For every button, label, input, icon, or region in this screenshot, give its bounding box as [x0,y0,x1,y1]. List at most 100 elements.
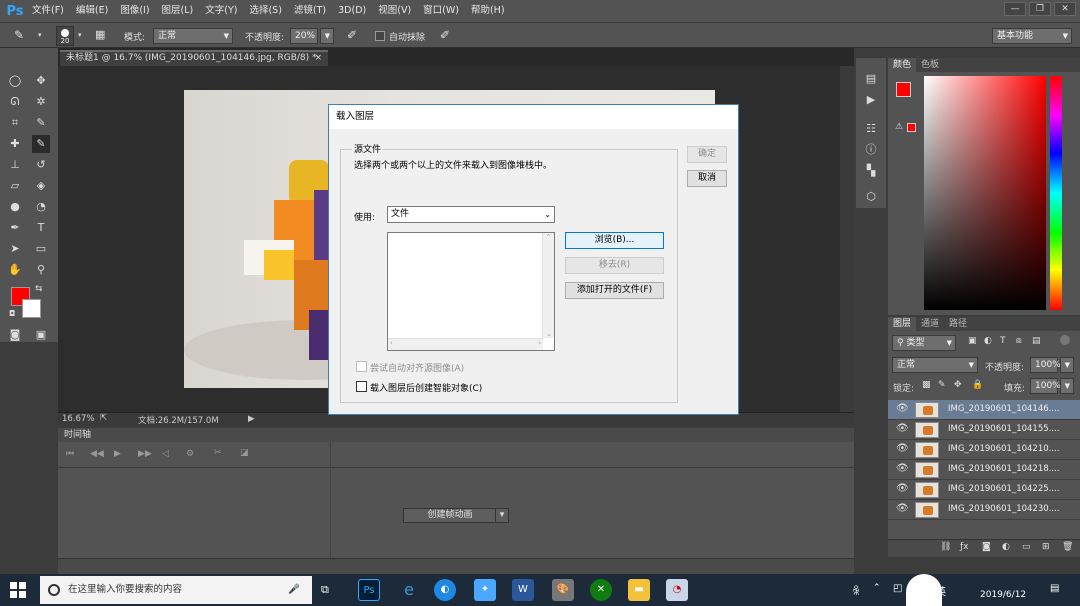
fill-input[interactable]: 100% [1030,378,1061,394]
menu-type[interactable]: 文字(Y) [199,0,243,22]
eye-icon[interactable]: 👁 [896,463,909,474]
tray-chevron-icon[interactable]: ⌃ [873,583,881,593]
smart-object-checkbox[interactable] [356,381,367,392]
quick-mask-icon[interactable]: ◙ [6,326,24,344]
brush-presets-icon[interactable]: ▚ [862,162,880,180]
brush-dropdown-arrow-icon[interactable]: ▾ [78,31,82,39]
file-explorer-icon[interactable]: ▬ [628,579,650,601]
lock-all-icon[interactable]: 🔒 [972,380,983,390]
background-color-swatch[interactable] [22,299,41,318]
use-select[interactable]: 文件 ⌄ [387,206,555,223]
windows-start-icon[interactable] [10,582,26,598]
paint-bucket-tool-icon[interactable]: ◈ [32,177,50,195]
clone-stamp-tool-icon[interactable]: ⊥ [6,156,24,174]
layer-filter-select[interactable]: ⚲ 类型 ▼ [892,335,956,351]
prev-frame-icon[interactable]: ◀◀ [90,449,104,459]
filter-toggle-icon[interactable] [1060,335,1070,345]
menu-help[interactable]: 帮助(H) [465,0,511,22]
ok-button[interactable]: 确定 [687,146,727,163]
type-tool-icon[interactable]: T [32,219,50,237]
filter-pixel-icon[interactable]: ▣ [968,336,977,346]
3d-panel-icon[interactable]: ⬡ [862,188,880,206]
blur-tool-icon[interactable]: ● [6,198,24,216]
paint-icon[interactable]: 🎨 [552,579,574,601]
app-icon[interactable]: ✦ [474,579,496,601]
adjustment-layer-icon[interactable]: ◐ [1002,542,1010,552]
opacity-input[interactable]: 20% [290,28,318,44]
delete-layer-icon[interactable]: 🗑 [1062,542,1073,552]
vertical-scrollbar[interactable] [840,66,854,412]
eye-icon[interactable]: 👁 [896,483,909,494]
fill-dropdown[interactable]: ▼ [1060,378,1074,394]
edge-browser-icon[interactable]: e [398,579,420,601]
layer-row[interactable]: 👁 IMG_20190601_104155.... [888,420,1080,440]
gamut-color-swatch[interactable] [907,123,916,132]
crop-tool-icon[interactable]: ⌗ [6,114,24,132]
history-panel-icon[interactable]: ▤ [862,70,880,88]
actions-panel-icon[interactable]: ▶ [862,91,880,109]
scroll-down-icon[interactable]: ⌄ [543,330,555,338]
layer-mask-icon[interactable]: ◙ [982,542,991,552]
xbox-icon[interactable]: ✕ [590,579,612,601]
new-group-icon[interactable]: ▭ [1022,542,1031,552]
eraser-tool-icon[interactable]: ▱ [6,177,24,195]
color-panel-fg-swatch[interactable] [896,82,911,97]
eye-icon[interactable]: 👁 [896,403,909,414]
close-tab-icon[interactable]: × [314,52,322,65]
layer-row[interactable]: 👁 IMG_20190601_104146.... [888,400,1080,420]
pen-tool-icon[interactable]: ✒ [6,219,24,237]
tool-preset-arrow-icon[interactable]: ▾ [38,31,42,39]
pressure-size-icon[interactable]: ✐ [440,28,450,42]
menu-layer[interactable]: 图层(L) [156,0,200,22]
dodge-tool-icon[interactable]: ◔ [32,198,50,216]
minimize-button[interactable]: — [1004,2,1026,16]
remove-button[interactable]: 移去(R) [565,257,664,274]
eye-icon[interactable]: 👁 [896,423,909,434]
restore-button[interactable]: ❐ [1029,2,1051,16]
auto-erase-checkbox[interactable] [375,31,385,41]
eyedropper-tool-icon[interactable]: ✎ [32,114,50,132]
chevron-down-icon[interactable]: ▾ [495,508,509,523]
color-spectrum[interactable] [924,76,1046,310]
brush-tool-icon[interactable]: ✎ [32,135,50,153]
quick-select-tool-icon[interactable]: ✲ [32,93,50,111]
zoom-level[interactable]: 16.67% [62,414,94,424]
marquee-tool-icon[interactable]: ◯ [6,72,24,90]
path-selection-tool-icon[interactable]: ➤ [6,240,24,258]
link-layers-icon[interactable]: ⛓ [940,542,951,552]
layer-opacity-dropdown[interactable]: ▼ [1060,357,1074,373]
history-brush-tool-icon[interactable]: ↺ [32,156,50,174]
ime-indicator[interactable]: 英 [936,583,946,598]
rectangle-tool-icon[interactable]: ▭ [32,240,50,258]
settings-icon[interactable]: ⚙ [186,449,194,459]
airbrush-icon[interactable]: ✐ [347,28,357,42]
new-layer-icon[interactable]: ⊞ [1042,542,1050,552]
auto-align-checkbox[interactable] [356,361,367,372]
tab-color[interactable]: 颜色 [888,58,917,72]
add-open-files-button[interactable]: 添加打开的文件(F) [565,282,664,299]
filter-smart-object-icon[interactable]: ▤ [1032,336,1041,346]
brush-tool-icon[interactable]: ✎ [14,28,24,42]
menu-edit[interactable]: 编辑(E) [70,0,114,22]
cancel-button[interactable]: 取消 [687,170,727,187]
taskbar-date[interactable]: 2019/6/12 [980,590,1026,600]
transition-icon[interactable]: ◪ [240,448,249,458]
status-menu-arrow-icon[interactable]: ▶ [248,414,255,424]
menu-3d[interactable]: 3D(D) [332,0,372,22]
close-button[interactable]: ✕ [1054,2,1076,16]
brush-preset-picker[interactable]: 20 [56,26,74,46]
file-list-vscrollbar[interactable]: ⌃ ⌄ [542,233,554,338]
file-list-hscrollbar[interactable]: ‹ › [388,338,543,350]
menu-view[interactable]: 视图(V) [372,0,417,22]
move-tool-icon[interactable]: ✥ [32,72,50,90]
properties-panel-icon[interactable]: ☷ [862,120,880,138]
network-icon[interactable]: ◰ [893,583,902,594]
layer-blend-mode-select[interactable]: 正常 ▼ [892,357,978,373]
layer-opacity-input[interactable]: 100% [1030,357,1061,373]
menu-filter[interactable]: 滤镜(T) [288,0,332,22]
browse-button[interactable]: 浏览(B)... [565,232,664,249]
default-colors-icon[interactable]: ◘ [9,309,15,318]
scroll-left-icon[interactable]: ‹ [390,339,393,347]
notification-icon[interactable]: ▤ [1050,583,1059,594]
next-frame-icon[interactable]: ▶▶ [138,449,152,459]
